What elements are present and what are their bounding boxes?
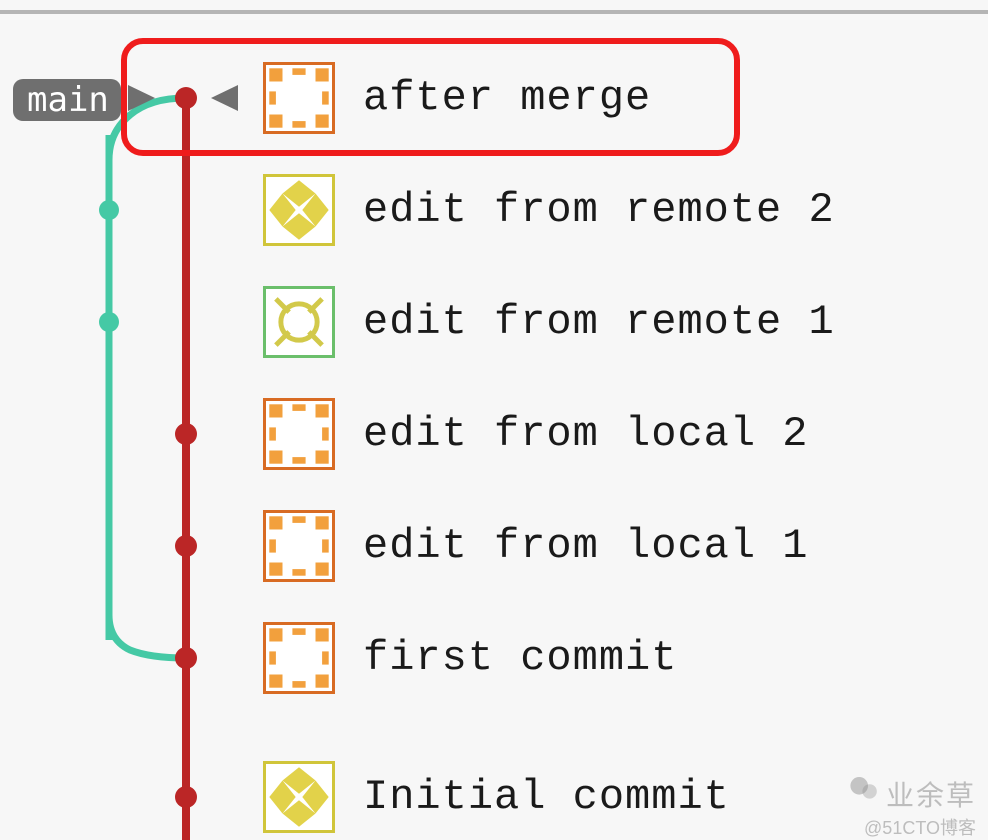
commit-message: Initial commit — [363, 773, 730, 821]
commit-row-after-merge[interactable]: after merge — [263, 62, 651, 134]
avatar-orange — [263, 622, 335, 694]
branch-label-main[interactable]: main — [13, 79, 121, 121]
commit-message: first commit — [363, 634, 677, 682]
commit-row-remote-2[interactable]: edit from remote 2 — [263, 174, 835, 246]
commit-row-initial-commit[interactable]: Initial commit — [263, 761, 730, 833]
commit-row-first-commit[interactable]: first commit — [263, 622, 677, 694]
avatar-yellow — [263, 761, 335, 833]
git-graph-canvas: main after merge edit from remote 2 edit… — [0, 0, 988, 840]
commit-row-local-2[interactable]: edit from local 2 — [263, 398, 808, 470]
avatar-orange — [263, 398, 335, 470]
commit-row-local-1[interactable]: edit from local 1 — [263, 510, 808, 582]
commit-message: edit from remote 2 — [363, 186, 835, 234]
commit-message: edit from remote 1 — [363, 298, 835, 346]
commit-message: edit from local 1 — [363, 522, 808, 570]
commit-message: edit from local 2 — [363, 410, 808, 458]
avatar-orange — [263, 510, 335, 582]
avatar-yellow — [263, 174, 335, 246]
commit-row-remote-1[interactable]: edit from remote 1 — [263, 286, 835, 358]
avatar-green — [263, 286, 335, 358]
commit-message: after merge — [363, 74, 651, 122]
avatar-orange — [263, 62, 335, 134]
